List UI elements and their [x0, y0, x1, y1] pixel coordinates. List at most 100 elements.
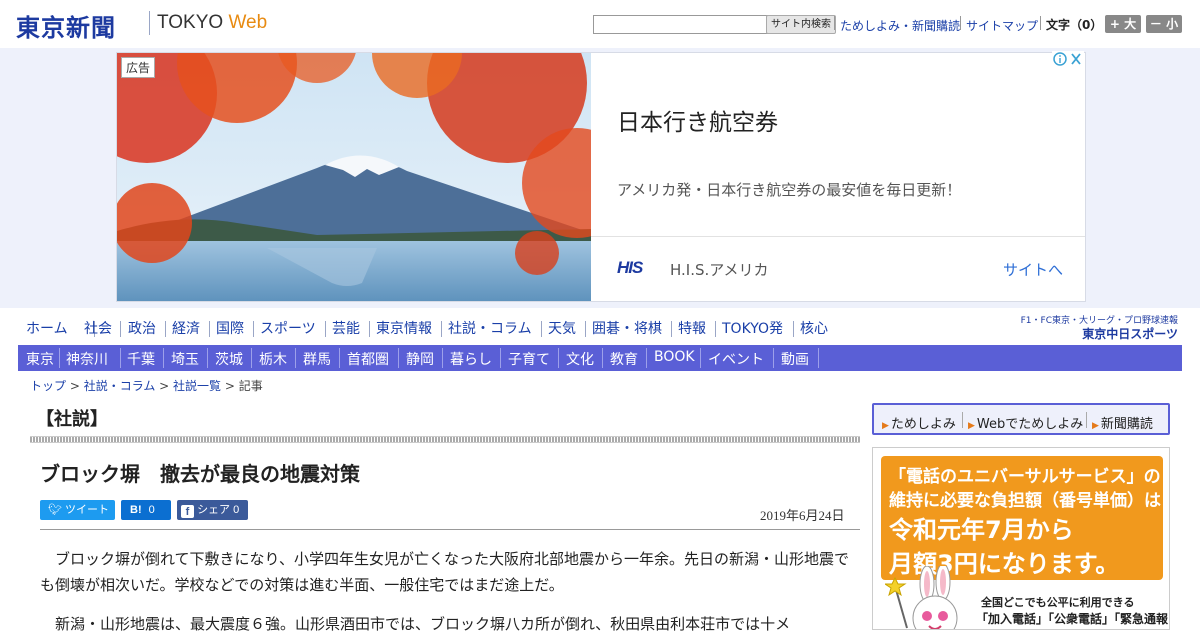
chunichi-sports-banner[interactable]: F1・FC東京・大リーグ・プロ野球速報 東京中日スポーツ	[1020, 313, 1182, 345]
font-bigger-button[interactable]: + 大	[1105, 15, 1141, 33]
logo-divider	[149, 11, 150, 35]
rabbit-mascot-icon	[885, 566, 958, 629]
article-title: ブロック塀 撤去が最良の地震対策	[40, 462, 360, 486]
rail-divider	[1086, 412, 1087, 428]
chunichi-logo: 東京中日スポーツ	[1082, 327, 1178, 341]
twitter-bird-icon: 🐦︎	[48, 504, 62, 516]
nav-living[interactable]: 暮らし	[450, 349, 492, 369]
nav-divider	[442, 348, 443, 368]
triangle-right-icon: ▶	[968, 421, 975, 431]
nav-divider	[165, 321, 166, 337]
nav-editorial-column[interactable]: 社説・コラム	[448, 318, 532, 338]
facebook-share-label: シェア	[197, 504, 231, 516]
nav-go-shogi[interactable]: 囲碁・将棋	[592, 318, 662, 338]
article-paragraph: ブロック塀が倒れて下敷きになり、小学四年生女児が亡くなった大阪府北部地震から一年…	[40, 550, 849, 594]
sitemap-link[interactable]: サイトマップ	[966, 17, 1038, 34]
nav-culture[interactable]: 文化	[566, 349, 594, 369]
primary-nav: ホーム 社会 政治 経済 国際 スポーツ 芸能 東京情報 社説・コラム 天気 囲…	[18, 318, 1018, 342]
nav-event[interactable]: イベント	[708, 349, 764, 369]
ad-description[interactable]: アメリカ発・日本行き航空券の最安値を毎日更新！	[617, 179, 961, 200]
ad-cta-link[interactable]: サイトへ	[1003, 259, 1063, 280]
nav-video[interactable]: 動画	[781, 349, 809, 369]
uni-ad-line1: 「電話のユニバーサルサービス」の	[889, 467, 1161, 487]
regional-nav: 東京 神奈川 千葉 埼玉 茨城 栃木 群馬 首都圏 静岡 暮らし 子育て 文化 …	[18, 345, 1182, 371]
nav-international[interactable]: 国際	[216, 318, 244, 338]
nav-parenting[interactable]: 子育て	[508, 349, 550, 369]
site-logo[interactable]: 東京新聞	[16, 8, 116, 43]
breadcrumb-editorial-column[interactable]: 社説・コラム	[84, 379, 156, 393]
nav-sports[interactable]: スポーツ	[260, 318, 316, 338]
nav-education[interactable]: 教育	[610, 349, 638, 369]
nav-divider	[715, 321, 716, 337]
nav-chiba[interactable]: 千葉	[127, 349, 155, 369]
nav-divider	[120, 321, 121, 337]
nav-tokyo[interactable]: 東京	[26, 349, 54, 369]
nav-tokyo-hatsu[interactable]: TOKYO発	[722, 318, 783, 338]
font-smaller-button[interactable]: － 小	[1146, 15, 1182, 33]
ad-label-badge: 広告	[121, 57, 156, 78]
tokyo-web-logo[interactable]: TOKYO Web	[157, 12, 267, 34]
nav-home[interactable]: ホーム	[26, 318, 68, 338]
nav-entertainment[interactable]: 芸能	[332, 318, 360, 338]
tweet-button[interactable]: 🐦︎ ツイート	[40, 500, 115, 520]
nav-society[interactable]: 社会	[84, 318, 112, 338]
trial-read-link[interactable]: ▶ ためしよみ	[882, 413, 956, 432]
web-trial-read-link[interactable]: ▶ Webでためしよみ	[968, 413, 1083, 432]
breadcrumb-top[interactable]: トップ	[30, 379, 66, 393]
hatena-bookmark-button[interactable]: B! 0	[121, 500, 171, 520]
subscribe-links-box: ▶ ためしよみ ▶ Webでためしよみ ▶ 新聞購読	[872, 403, 1170, 435]
nav-divider	[339, 348, 340, 368]
breadcrumb: トップ > 社説・コラム > 社説一覧 > 記事	[30, 379, 263, 393]
nav-shizuoka[interactable]: 静岡	[406, 349, 434, 369]
uni-ad-line2: 維持に必要な負担額（番号単価）は	[889, 491, 1161, 511]
universal-service-ad[interactable]: 「電話のユニバーサルサービス」の 維持に必要な負担額（番号単価）は 令和元年7月…	[872, 447, 1170, 630]
nav-book[interactable]: BOOK	[654, 349, 695, 365]
nav-economy[interactable]: 経済	[172, 318, 200, 338]
article-date: 2019年6月24日	[760, 508, 845, 523]
triangle-right-icon: ▶	[882, 421, 889, 431]
nav-divider	[209, 321, 210, 337]
nav-divider	[295, 348, 296, 368]
subscribe-link[interactable]: ▶ 新聞購読	[1092, 413, 1153, 432]
nav-divider	[325, 321, 326, 337]
ad-divider	[591, 236, 1085, 237]
nav-tokuho[interactable]: 特報	[678, 318, 706, 338]
nav-divider	[251, 348, 252, 368]
universal-service-headline-box: 「電話のユニバーサルサービス」の 維持に必要な負担額（番号単価）は 令和元年7月…	[881, 456, 1163, 580]
nav-divider	[558, 348, 559, 368]
nav-saitama[interactable]: 埼玉	[171, 349, 199, 369]
nav-politics[interactable]: 政治	[128, 318, 156, 338]
adchoices-icon[interactable]	[1052, 51, 1084, 67]
nav-divider	[59, 348, 60, 368]
nav-tokyo-info[interactable]: 東京情報	[376, 318, 432, 338]
site-header: 東京新聞 TOKYO Web サイト内検索 ためしよみ・新聞購読 サイトマップ …	[0, 0, 1200, 48]
nav-tochigi[interactable]: 栃木	[259, 349, 287, 369]
header-divider	[960, 16, 961, 30]
nav-ibaraki[interactable]: 茨城	[215, 349, 243, 369]
article-paragraph: 新潟・山形地震は、最大震度６強。山形県酒田市では、ブロック塀八カ所が倒れ、秋田県…	[55, 615, 791, 633]
ad-advertiser[interactable]: H.I.S.アメリカ	[670, 259, 769, 280]
nav-shutoken[interactable]: 首都圏	[347, 349, 389, 369]
nav-divider	[793, 321, 794, 337]
ad-title[interactable]: 日本行き航空券	[617, 103, 778, 137]
trial-subscribe-link[interactable]: ためしよみ・新聞購読	[840, 17, 960, 34]
nav-divider	[253, 321, 254, 337]
nav-divider	[671, 321, 672, 337]
subscribe-label: 新聞購読	[1100, 417, 1153, 432]
breadcrumb-editorial-list[interactable]: 社説一覧	[173, 379, 221, 393]
nav-weather[interactable]: 天気	[548, 318, 576, 338]
site-search-button[interactable]: サイト内検索	[766, 15, 836, 34]
nav-gunma[interactable]: 群馬	[303, 349, 331, 369]
ad-image-fuji-maple[interactable]: 広告	[117, 53, 591, 301]
section-label: 【社説】	[36, 409, 108, 430]
advertisement[interactable]: 広告 日本行き航空券 アメリカ発・日本行き航空券の最安値を毎日更新！ HIS H…	[116, 52, 1086, 302]
facebook-share-button[interactable]: f シェア 0	[177, 500, 248, 520]
logo-web-text: Web	[228, 12, 268, 33]
web-trial-read-label: Webでためしよみ	[976, 417, 1084, 432]
search-input[interactable]	[593, 15, 768, 34]
triangle-right-icon: ▶	[1092, 421, 1099, 431]
nav-kakushin[interactable]: 核心	[800, 318, 828, 338]
nav-kanagawa[interactable]: 神奈川	[66, 349, 108, 369]
nav-divider	[369, 321, 370, 337]
nav-divider	[585, 321, 586, 337]
